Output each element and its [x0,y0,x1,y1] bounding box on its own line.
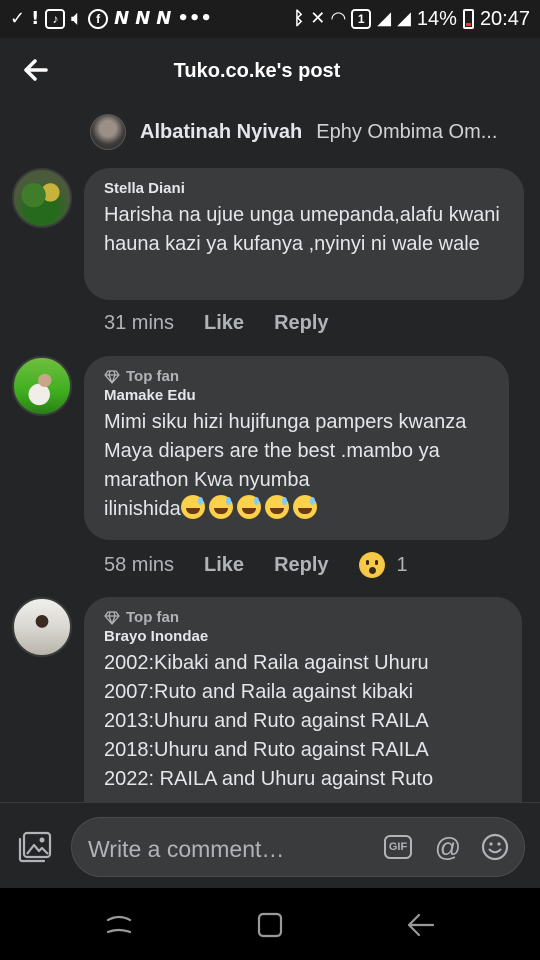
diamond-icon [104,369,120,384]
photo-icon [18,831,52,863]
comment-input[interactable]: Write a comment… GIF @ [71,817,525,877]
app-header: Tuko.co.ke's post [0,38,540,104]
clock: 20:47 [479,7,530,30]
comment-time: 58 mins [104,553,175,576]
home-button[interactable] [255,910,285,940]
comment-actions: 31 mins Like Reply [104,312,359,335]
avatar[interactable] [12,356,72,416]
top-fan-badge: Top fan [104,609,502,626]
sweat-smile-icon [180,495,205,519]
photo-button[interactable] [18,831,52,863]
system-nav-bar [0,888,540,960]
signal-icon: ◢ [377,8,392,29]
bluetooth-icon: ᛒ [293,8,305,29]
avatar[interactable] [90,114,126,150]
comment-author[interactable]: Stella Diani [104,180,504,197]
battery-icon [462,9,474,29]
status-notification-icons: ✓ ! ♪ 🔈︎ f N N N ••• [10,9,212,29]
status-system-icons: ᛒ ✕ ◠ 1 ◢ ◢ 14% 20:47 [293,8,530,31]
comment-composer: Write a comment… GIF @ [0,802,540,888]
reply-text: Ephy Ombima Om... [316,120,498,143]
comments-list[interactable]: Albatinah Nyivah Ephy Ombima Om... Stell… [0,104,540,802]
comment-actions: 58 mins Like Reply 1 [104,552,408,578]
tiktok-icon: ♪ [45,9,66,29]
facebook-icon: f [88,9,109,29]
comment-bubble[interactable]: Top fan Brayo Inondae 2002:Kibaki and Ra… [84,597,522,802]
back-arrow-icon [407,913,435,937]
comment-author[interactable]: Brayo Inondae [104,628,502,645]
status-bar: ✓ ! ♪ 🔈︎ f N N N ••• ᛒ ✕ ◠ 1 ◢ ◢ 14% 20:… [0,0,540,38]
recents-icon [106,915,132,934]
sweat-smile-icon [236,495,261,519]
sweat-smile-icon [292,495,317,519]
battery-percent: 14% [416,7,457,30]
avatar[interactable] [12,168,72,228]
reply-button[interactable]: Reply [274,554,328,577]
back-nav-button[interactable] [406,910,436,940]
diamond-icon [104,610,120,625]
comment-text: 2002:Kibaki and Raila against Uhuru 2007… [104,652,434,790]
news-icon: N [114,8,130,29]
download-done-icon: ✓ [10,8,26,29]
like-button[interactable]: Like [204,312,244,335]
page-title: Tuko.co.ke's post [173,60,341,82]
sweat-smile-icon [264,495,289,519]
top-fan-label: Top fan [126,368,180,385]
recents-button[interactable] [104,910,134,940]
signal-icon: ◢ [397,8,411,29]
news-icon: N [135,8,151,29]
comment-time: 31 mins [104,312,175,334]
sweat-smile-emoji-row [180,495,321,520]
avatar[interactable] [12,597,72,657]
news-icon: N [156,8,172,29]
emoji-button[interactable] [481,833,509,861]
comment-input-placeholder[interactable]: Write a comment… [88,836,284,863]
alert-icon: ! [31,8,40,29]
home-icon [257,912,283,938]
like-button[interactable]: Like [204,554,244,577]
mention-button[interactable]: @ [433,832,463,862]
wifi-icon: ◠ [331,8,346,29]
reaction-count[interactable]: 1 [397,554,408,577]
comment-bubble[interactable]: Stella Diani Harisha na ujue unga umepan… [84,168,524,300]
mute-icon: ✕ [310,8,326,29]
reply-button[interactable]: Reply [274,312,328,335]
more-dots-icon: ••• [177,8,212,29]
wow-reaction-icon[interactable] [358,552,385,578]
comment-text: Mimi siku hizi hujifunga pampers kwanza … [104,408,489,524]
gif-button[interactable]: GIF [384,835,412,859]
reply-preview[interactable]: Albatinah Nyivah Ephy Ombima Om... [90,114,497,150]
comment-bubble[interactable]: Top fan Mamake Edu Mimi siku hizi hujifu… [84,356,509,540]
comment-author[interactable]: Mamake Edu [104,387,489,404]
reply-author[interactable]: Albatinah Nyivah [140,121,302,144]
sim-icon: 1 [351,9,372,29]
comment-text: Harisha na ujue unga umepanda,alafu kwan… [104,204,500,255]
smiley-icon [481,833,509,861]
volume-icon: 🔈︎ [71,8,83,29]
top-fan-badge: Top fan [104,368,489,385]
sweat-smile-icon [208,495,233,519]
top-fan-label: Top fan [126,609,180,626]
